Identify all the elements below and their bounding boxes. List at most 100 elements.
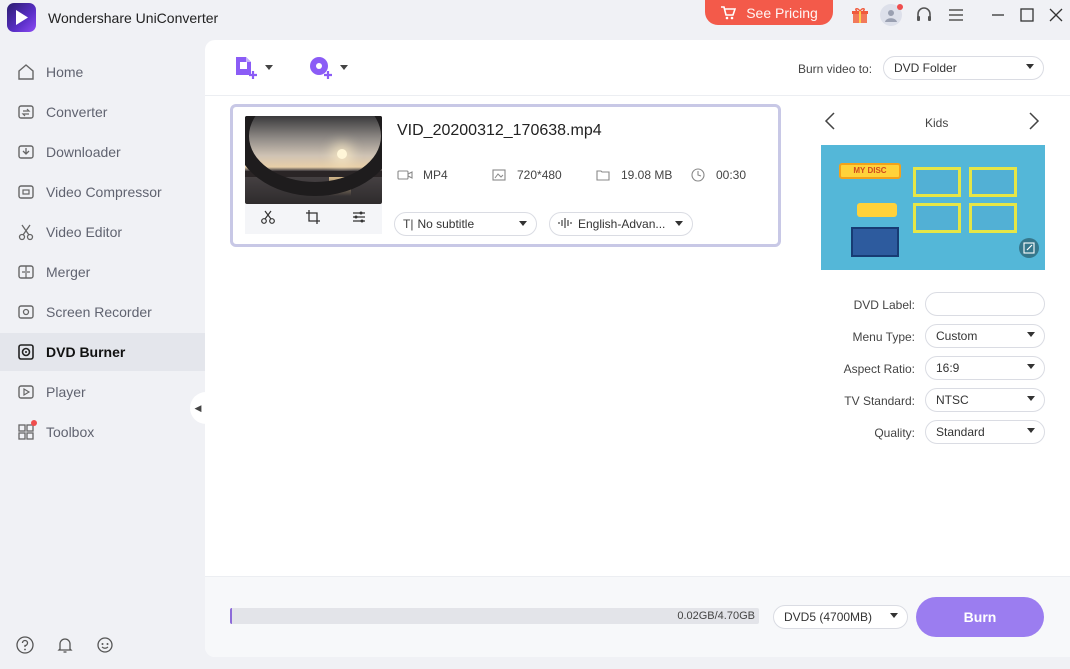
- headset-icon[interactable]: [913, 4, 935, 26]
- home-icon: [16, 62, 36, 82]
- toolbar: Burn video to: DVD Folder: [205, 40, 1070, 96]
- burn-to-label: Burn video to:: [798, 62, 873, 76]
- sidebar-footer: [16, 636, 114, 654]
- compressor-icon: [16, 182, 36, 202]
- next-template-button[interactable]: [1027, 112, 1043, 130]
- disc-type-value: DVD5 (4700MB): [784, 610, 873, 624]
- converter-icon: [16, 102, 36, 122]
- disc-usage-bar: 0.02GB/4.70GB: [230, 608, 759, 624]
- notification-dot: [31, 420, 37, 426]
- add-disc-icon: [310, 57, 332, 79]
- audio-wave-icon: [558, 217, 574, 232]
- sidebar-item-label: Screen Recorder: [46, 304, 152, 320]
- add-files-button[interactable]: [233, 54, 273, 82]
- aspect-ratio-select[interactable]: 16:9: [925, 356, 1045, 380]
- sidebar-item-merger[interactable]: Merger: [0, 253, 205, 291]
- disc-usage-text: 0.02GB/4.70GB: [677, 610, 755, 622]
- dvd-icon: [16, 342, 36, 362]
- menu-type-label: Menu Type:: [852, 330, 915, 344]
- video-size: 19.08 MB: [595, 168, 672, 182]
- template-disc-title: MY DISC: [839, 163, 901, 179]
- add-file-icon: [236, 57, 257, 79]
- disc-usage-fill: [230, 608, 233, 624]
- chevron-down-icon: [1027, 364, 1035, 369]
- toolbox-icon: [16, 420, 37, 442]
- template-preview[interactable]: MY DISC: [821, 145, 1045, 270]
- chevron-down-icon: [675, 221, 683, 226]
- notification-dot: [897, 4, 903, 10]
- sidebar-item-label: Toolbox: [46, 424, 95, 440]
- see-pricing-button[interactable]: See Pricing: [705, 0, 833, 25]
- merger-icon: [16, 262, 36, 282]
- aspect-ratio-label: Aspect Ratio:: [843, 362, 915, 376]
- template-frame: [969, 167, 1017, 197]
- template-frame: [913, 203, 961, 233]
- sidebar-item-home[interactable]: Home: [0, 53, 205, 91]
- subtitle-select[interactable]: T| No subtitle: [394, 212, 537, 236]
- footer-bar: 0.02GB/4.70GB DVD5 (4700MB) Burn: [205, 576, 1070, 657]
- main-panel: Burn video to: DVD Folder VID_20200312_1…: [205, 40, 1070, 657]
- subtitle-icon: T|: [403, 217, 414, 231]
- chevron-down-icon: [1026, 64, 1034, 69]
- video-resolution-value: 720*480: [517, 168, 562, 182]
- audio-track-select[interactable]: English-Advan...: [549, 212, 693, 236]
- close-icon[interactable]: [1045, 4, 1067, 26]
- burn-button[interactable]: Burn: [916, 597, 1044, 637]
- menu-type-select[interactable]: Custom: [925, 324, 1045, 348]
- app-title: Wondershare UniConverter: [48, 10, 219, 26]
- maximize-icon[interactable]: [1016, 4, 1038, 26]
- video-duration: 00:30: [690, 168, 746, 182]
- minimize-icon[interactable]: [987, 4, 1009, 26]
- template-controls: [857, 203, 897, 217]
- audio-track-value: English-Advan...: [578, 217, 666, 231]
- menu-type-value: Custom: [936, 329, 978, 343]
- dvd-label-input[interactable]: [925, 292, 1045, 316]
- sidebar: Home Converter Downloader Video Compress…: [0, 52, 206, 669]
- tv-standard-value: NTSC: [936, 393, 969, 407]
- effects-sliders-icon[interactable]: [351, 209, 367, 230]
- sidebar-item-downloader[interactable]: Downloader: [0, 133, 205, 171]
- edit-template-icon[interactable]: [1019, 238, 1039, 258]
- sidebar-item-label: Home: [46, 64, 84, 80]
- thumbnail-toolbar: [245, 204, 382, 234]
- tv-standard-select[interactable]: NTSC: [925, 388, 1045, 412]
- thumbnail-arch: [245, 116, 382, 196]
- crop-icon[interactable]: [305, 209, 321, 230]
- menu-icon[interactable]: [945, 4, 967, 26]
- chevron-down-icon: [340, 65, 348, 70]
- bell-icon[interactable]: [56, 636, 74, 654]
- chevron-down-icon: [265, 65, 273, 70]
- sidebar-item-video-editor[interactable]: Video Editor: [0, 213, 205, 251]
- sidebar-item-converter[interactable]: Converter: [0, 93, 205, 131]
- gift-icon[interactable]: [849, 4, 871, 26]
- feedback-icon[interactable]: [96, 636, 114, 654]
- video-format-value: MP4: [423, 168, 448, 182]
- sidebar-item-screen-recorder[interactable]: Screen Recorder: [0, 293, 205, 331]
- sidebar-item-label: Video Compressor: [46, 184, 162, 200]
- dvd-label-label: DVD Label:: [853, 298, 915, 312]
- disc-type-select[interactable]: DVD5 (4700MB): [773, 605, 908, 629]
- chevron-left-icon: ◀: [194, 402, 202, 413]
- quality-label: Quality:: [874, 426, 915, 440]
- template-frame: [969, 203, 1017, 233]
- sidebar-item-toolbox[interactable]: Toolbox: [0, 413, 205, 451]
- trim-scissors-icon[interactable]: [260, 209, 276, 230]
- sidebar-item-dvd-burner[interactable]: DVD Burner: [0, 333, 205, 371]
- cart-icon: [721, 5, 737, 19]
- load-dvd-button[interactable]: [308, 54, 348, 82]
- title-bar: Wondershare UniConverter See Pricing: [0, 0, 1070, 36]
- sidebar-item-player[interactable]: Player: [0, 373, 205, 411]
- tv-standard-label: TV Standard:: [844, 394, 915, 408]
- clock-icon: [690, 168, 706, 182]
- account-avatar[interactable]: [880, 4, 903, 26]
- subtitle-value: No subtitle: [417, 217, 475, 231]
- quality-select[interactable]: Standard: [925, 420, 1045, 444]
- sidebar-item-label: Player: [46, 384, 86, 400]
- image-icon: [491, 168, 507, 182]
- help-icon[interactable]: [16, 636, 34, 654]
- burn-target-select[interactable]: DVD Folder: [883, 56, 1044, 80]
- video-thumbnail[interactable]: [245, 116, 382, 204]
- prev-template-button[interactable]: [823, 112, 839, 130]
- sidebar-item-video-compressor[interactable]: Video Compressor: [0, 173, 205, 211]
- video-item-card[interactable]: VID_20200312_170638.mp4 MP4 720*480 19.0…: [230, 104, 781, 247]
